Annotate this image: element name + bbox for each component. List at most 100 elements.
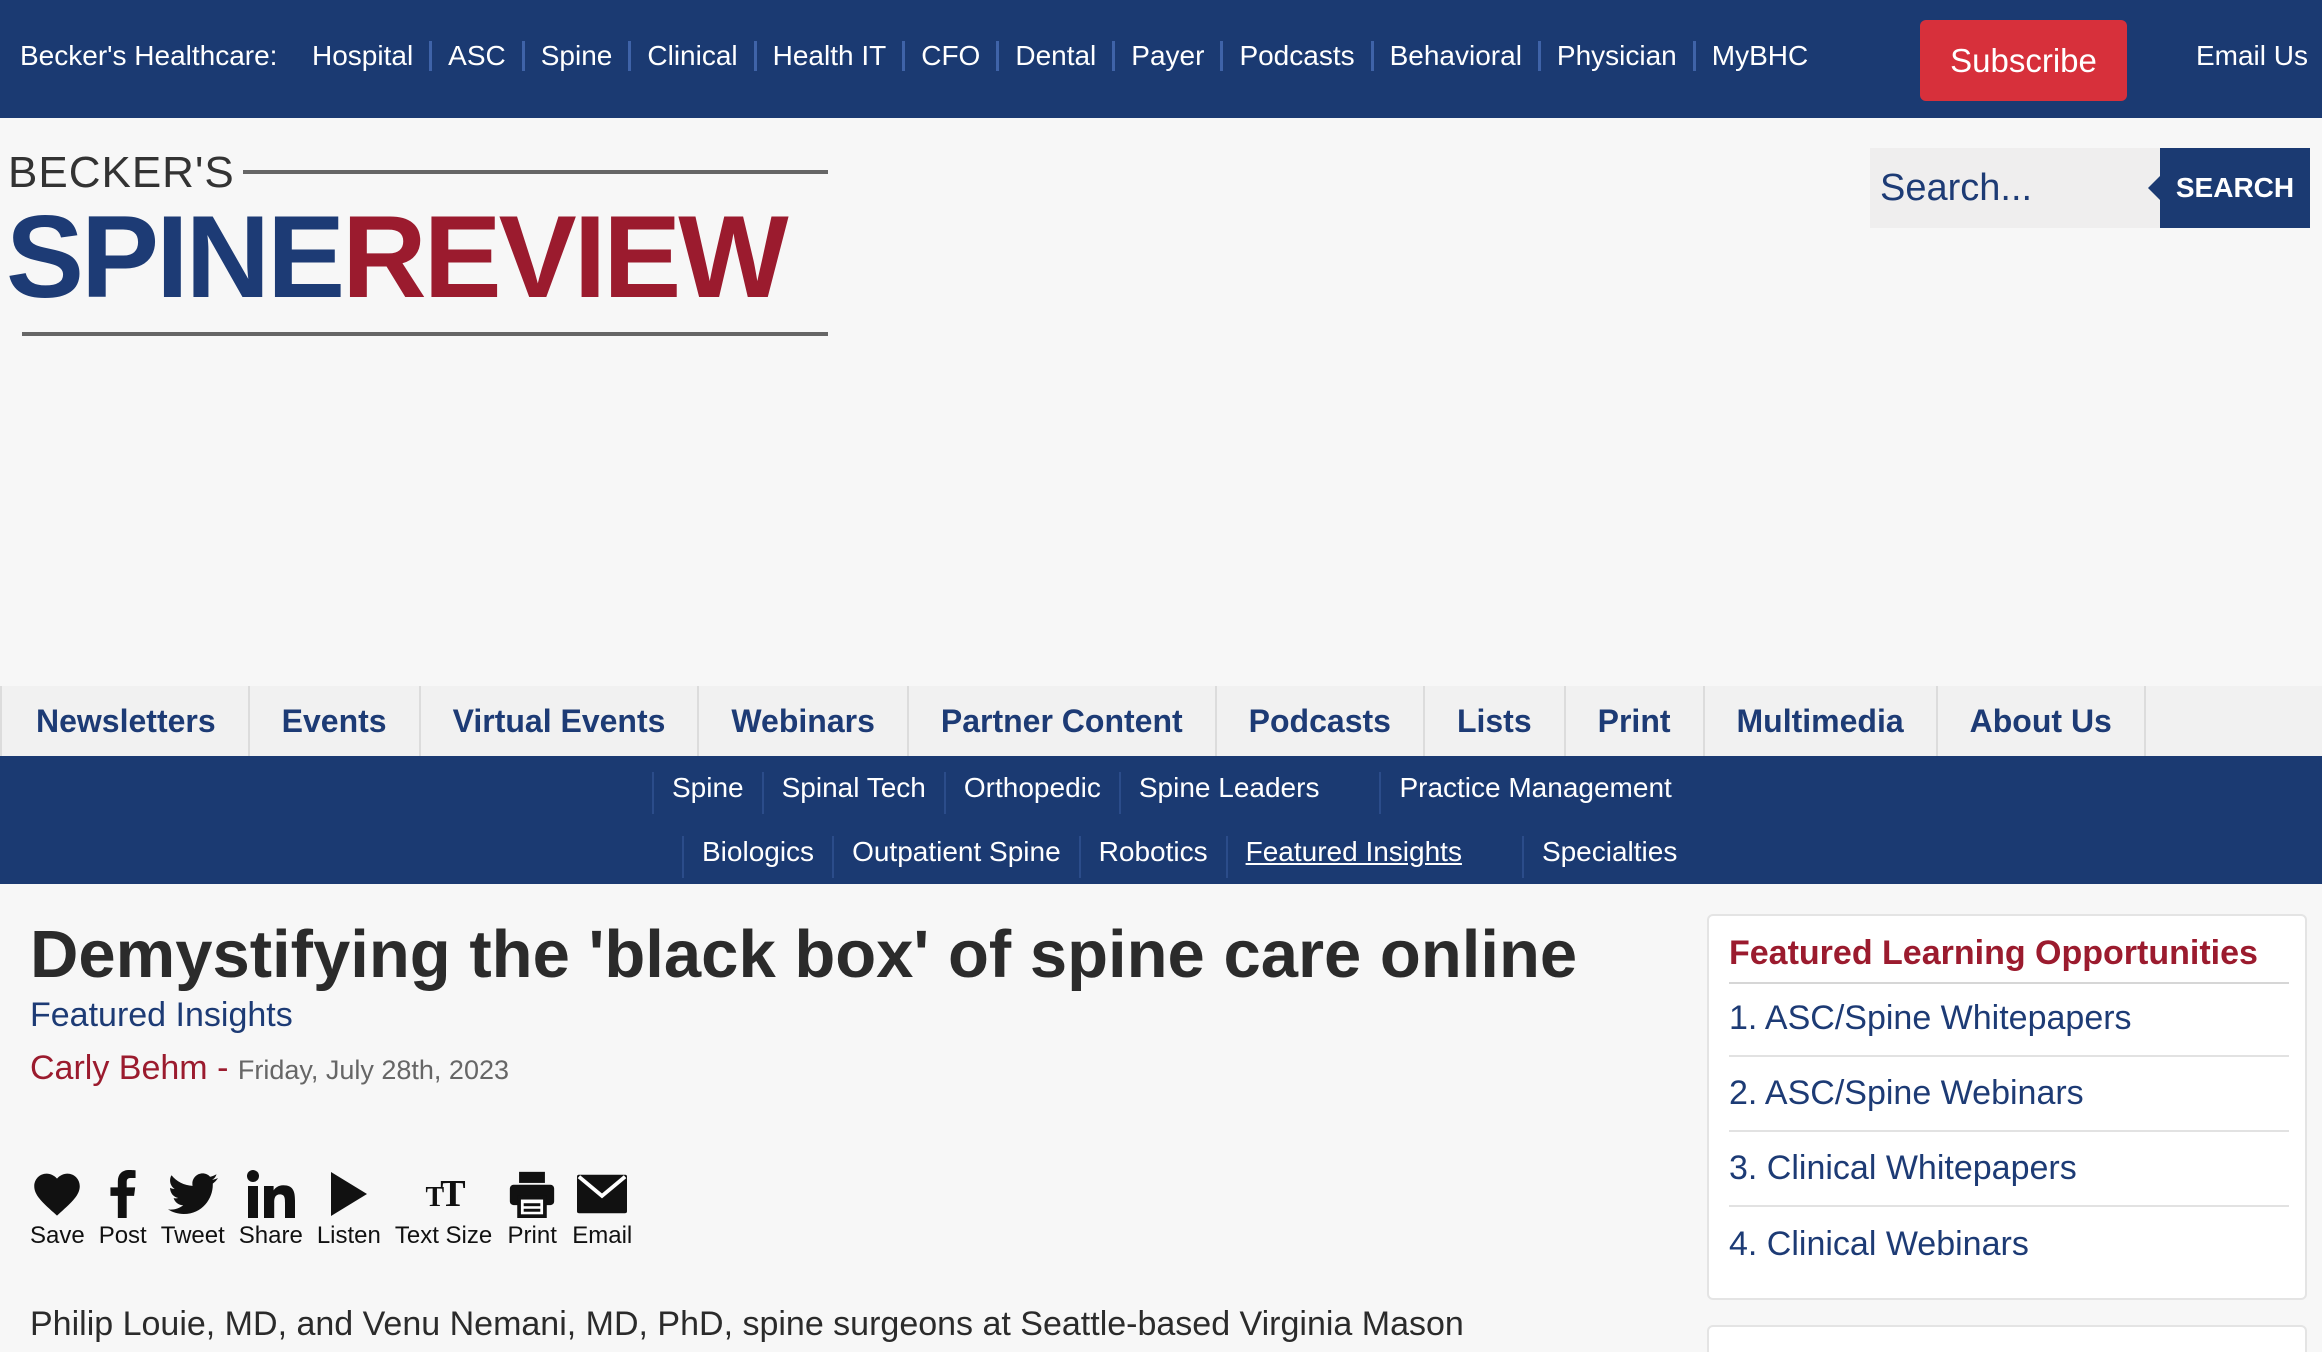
print-label: Print (507, 1222, 557, 1249)
topic-orthopedic[interactable]: Orthopedic (943, 772, 1119, 814)
list-item[interactable]: 1. ASC/Spine Whitepapers (1729, 982, 2289, 1057)
network-link-physician[interactable]: Physician (1557, 40, 1677, 72)
network-link-mybhc[interactable]: MyBHC (1712, 40, 1808, 72)
main-nav: Newsletters Events Virtual Events Webina… (0, 686, 2322, 756)
divider (1537, 41, 1541, 71)
logo-review-text: REVIEW (342, 191, 789, 322)
nav-about-us[interactable]: About Us (1938, 686, 2146, 756)
topic-practice-management[interactable]: Practice Management (1379, 772, 1689, 814)
share-toolbar: Save Post Tweet Share Listen TT Text Siz… (30, 1170, 646, 1250)
text-size-button[interactable]: TT Text Size (395, 1170, 492, 1250)
topic-spine-leaders[interactable]: Spine Leaders (1118, 772, 1338, 814)
network-link-cfo[interactable]: CFO (921, 40, 980, 72)
network-link-asc[interactable]: ASC (448, 40, 506, 72)
play-icon (330, 1172, 367, 1216)
nav-podcasts[interactable]: Podcasts (1217, 686, 1425, 756)
topic-specialties[interactable]: Specialties (1521, 836, 1695, 878)
list-item[interactable]: 2. ASC/Spine Webinars (1729, 1057, 2289, 1132)
nav-partner-content[interactable]: Partner Content (909, 686, 1217, 756)
article-headline: Demystifying the 'black box' of spine ca… (30, 917, 1578, 992)
network-brand-label: Becker's Healthcare: (20, 40, 278, 71)
search-button[interactable]: SEARCH (2148, 148, 2310, 228)
topic-nav-row: Biologics Outpatient Spine Robotics Feat… (682, 836, 1695, 878)
tweet-button[interactable]: Tweet (161, 1170, 225, 1250)
listen-label: Listen (316, 1222, 381, 1249)
site-logo[interactable]: BECKER'S SPINEREVIEW (0, 140, 840, 340)
topic-robotics[interactable]: Robotics (1078, 836, 1226, 878)
print-button[interactable]: Print (506, 1170, 558, 1250)
sidebar-title: Featured Learning Opportunities (1729, 934, 2258, 972)
network-link-hospital[interactable]: Hospital (312, 40, 413, 72)
divider (521, 41, 525, 71)
subscribe-button[interactable]: Subscribe (1920, 20, 2127, 101)
logo-wordmark: SPINEREVIEW (6, 198, 789, 315)
article-body-text: Philip Louie, MD, and Venu Nemani, MD, P… (30, 1305, 1464, 1343)
network-link-behavioral[interactable]: Behavioral (1390, 40, 1522, 72)
facebook-icon (110, 1170, 136, 1218)
divider (996, 41, 1000, 71)
sidebar-box (1707, 1325, 2307, 1352)
learning-list: 1. ASC/Spine Whitepapers 2. ASC/Spine We… (1729, 982, 2289, 1282)
byline-separator: - (217, 1048, 229, 1087)
facebook-post-button[interactable]: Post (99, 1170, 147, 1250)
topic-spine[interactable]: Spine (652, 772, 762, 814)
network-link-spine[interactable]: Spine (541, 40, 613, 72)
list-item[interactable]: 4. Clinical Webinars (1729, 1207, 2289, 1282)
post-label: Post (98, 1222, 147, 1249)
network-bar: Becker's Healthcare: Hospital ASC Spine … (0, 0, 2322, 118)
divider (1692, 41, 1696, 71)
linkedin-icon (246, 1170, 295, 1218)
divider (429, 41, 433, 71)
logo-rule (243, 170, 828, 174)
search-input[interactable] (1870, 148, 2160, 228)
publish-date: Friday, July 28th, 2023 (237, 1054, 509, 1085)
nav-lists[interactable]: Lists (1425, 686, 1566, 756)
divider (1112, 41, 1116, 71)
nav-virtual-events[interactable]: Virtual Events (421, 686, 700, 756)
nav-newsletters[interactable]: Newsletters (0, 686, 250, 756)
printer-icon (510, 1171, 555, 1218)
topic-outpatient-spine[interactable]: Outpatient Spine (832, 836, 1079, 878)
nav-multimedia[interactable]: Multimedia (1705, 686, 1938, 756)
twitter-icon (167, 1173, 218, 1214)
save-label: Save (30, 1222, 85, 1249)
divider (1370, 41, 1374, 71)
topic-nav: Spine Spinal Tech Orthopedic Spine Leade… (0, 756, 2322, 884)
email-us-link[interactable]: Email Us (2196, 40, 2308, 72)
logo-rule (22, 332, 828, 336)
featured-learning-box: Featured Learning Opportunities 1. ASC/S… (1707, 914, 2307, 1300)
heart-icon (34, 1173, 81, 1216)
nav-webinars[interactable]: Webinars (699, 686, 909, 756)
divider (753, 41, 757, 71)
share-label: Share (238, 1222, 303, 1249)
article-byline: Carly Behm - Friday, July 28th, 2023 (30, 1049, 1670, 1088)
network-link-dental[interactable]: Dental (1015, 40, 1096, 72)
divider (628, 41, 632, 71)
linkedin-share-button[interactable]: Share (239, 1170, 303, 1250)
network-link-clinical[interactable]: Clinical (647, 40, 737, 72)
network-link-health-it[interactable]: Health IT (773, 40, 887, 72)
network-links: Hospital ASC Spine Clinical Health IT CF… (312, 40, 1808, 72)
topic-featured-insights[interactable]: Featured Insights (1225, 836, 1480, 878)
nav-print[interactable]: Print (1566, 686, 1705, 756)
envelope-icon (577, 1174, 628, 1214)
topic-biologics[interactable]: Biologics (682, 836, 832, 878)
text-size-icon: TT (425, 1173, 466, 1215)
email-share-button[interactable]: Email (572, 1170, 632, 1250)
text-size-label: Text Size (394, 1222, 493, 1249)
topic-spinal-tech[interactable]: Spinal Tech (761, 772, 944, 814)
network-link-podcasts[interactable]: Podcasts (1239, 40, 1354, 72)
topic-nav-row: Spine Spinal Tech Orthopedic Spine Leade… (652, 772, 1690, 814)
divider (1220, 41, 1224, 71)
network-link-payer[interactable]: Payer (1131, 40, 1204, 72)
email-label: Email (572, 1222, 633, 1249)
author-link[interactable]: Carly Behm (30, 1049, 208, 1087)
search-form: SEARCH (1870, 148, 2310, 228)
article-header: Demystifying the 'black box' of spine ca… (30, 918, 1670, 1088)
listen-button[interactable]: Listen (317, 1170, 381, 1250)
list-item[interactable]: 3. Clinical Whitepapers (1729, 1132, 2289, 1207)
save-button[interactable]: Save (30, 1170, 85, 1250)
article-category-link[interactable]: Featured Insights (30, 996, 1670, 1035)
logo-spine-text: SPINE (6, 191, 345, 322)
nav-events[interactable]: Events (250, 686, 421, 756)
